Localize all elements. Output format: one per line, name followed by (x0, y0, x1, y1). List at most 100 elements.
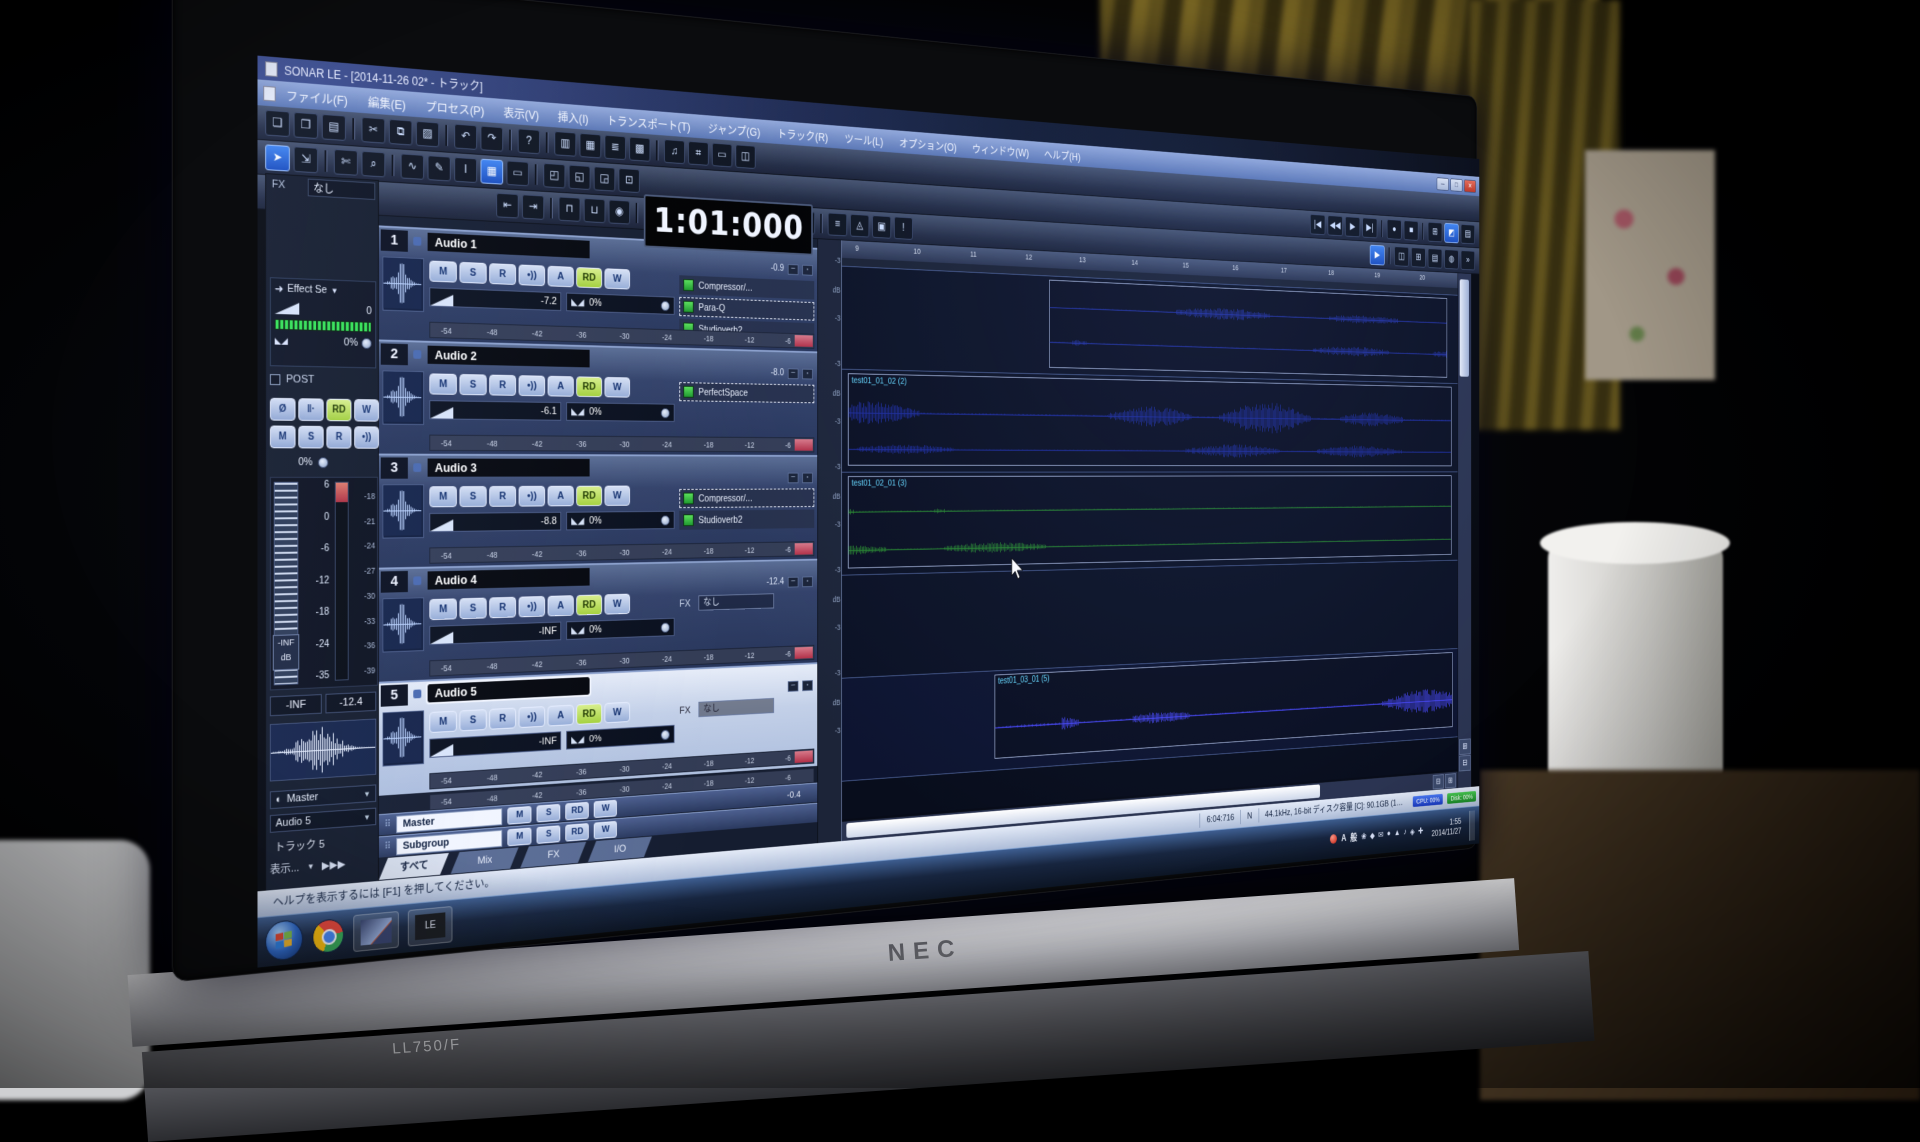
track-r-button[interactable]: R (489, 486, 516, 507)
pan-knob[interactable] (661, 408, 670, 418)
taskbar-clock[interactable]: 1:55 2014/11/27 (1427, 816, 1466, 839)
pan-slider[interactable]: ◣◢0% (566, 402, 674, 422)
menu-item[interactable]: ツール(L) (836, 129, 891, 150)
minimize-fx-icon[interactable]: ─ (788, 264, 799, 275)
toolbar-button[interactable]: ♫ (664, 139, 685, 164)
inspector-button[interactable]: W (354, 399, 379, 422)
pan-slider[interactable]: ◣◢0% (566, 293, 674, 315)
toolbar-button[interactable]: ● (1387, 219, 1402, 240)
toolbar-button[interactable]: ◰ (543, 163, 565, 189)
inspector-pan-knob[interactable] (318, 457, 328, 468)
inspector-button[interactable]: R (326, 426, 351, 449)
track-a-button[interactable]: A (548, 376, 574, 397)
fx-chip[interactable]: Compressor/... (679, 275, 814, 299)
toolbar-button[interactable]: ◩ (1444, 223, 1458, 243)
volume-slider[interactable]: -8.8 (429, 512, 561, 532)
track-m-button[interactable]: M (429, 373, 456, 394)
restore-fx-icon[interactable]: ▫ (802, 264, 813, 275)
track-rd-button[interactable]: RD (576, 267, 602, 288)
track-r-button[interactable]: R (489, 597, 516, 619)
maximize-button[interactable]: □ (1450, 178, 1462, 192)
drag-grip-icon[interactable]: ⠿ (384, 841, 391, 852)
menu-item[interactable]: 挿入(I) (548, 106, 597, 127)
track-s-button[interactable]: S (459, 598, 486, 620)
fx-none-value[interactable]: なし (698, 593, 774, 610)
pan-knob[interactable] (661, 622, 670, 632)
toolbar-button[interactable]: ⌕ (362, 151, 386, 178)
fx-chip[interactable]: Compressor/... (679, 488, 814, 508)
toolbar-button[interactable]: ■ (1404, 220, 1419, 241)
track-name[interactable]: Audio 1 (428, 233, 590, 259)
toolbar-button[interactable]: ▩ (629, 137, 650, 162)
toolbar-button[interactable]: ◫ (1394, 246, 1409, 267)
toolbar-button[interactable]: ▨ (416, 121, 439, 148)
toolbar-button[interactable]: ? (518, 128, 540, 154)
menu-item[interactable]: ウィンドウ(W) (964, 139, 1036, 161)
track-name[interactable]: Audio 2 (428, 346, 590, 368)
fx-none-value[interactable]: なし (698, 698, 774, 717)
toolbar-button[interactable]: ! (894, 216, 913, 239)
toolbar-button[interactable]: ▥ (554, 131, 576, 157)
track-w-button[interactable]: W (605, 377, 630, 398)
toolbar-button[interactable]: ❐ (294, 112, 318, 139)
zoom-in-button[interactable]: ⊞ (1459, 738, 1470, 755)
toolbar-button[interactable]: ≣ (605, 135, 626, 160)
bus-m-button[interactable]: M (508, 806, 532, 825)
track-a-button[interactable]: A (548, 595, 574, 616)
pan-knob[interactable] (661, 300, 670, 310)
track-w-button[interactable]: W (605, 702, 630, 724)
toolbar-button[interactable]: ↶ (454, 124, 477, 150)
tray-icon[interactable]: ✉ (1378, 829, 1383, 839)
inspector-button[interactable]: RD (326, 399, 351, 422)
volume-fader[interactable]: -INF dB (274, 482, 299, 686)
expand-arrows[interactable]: ▶▶▶ (322, 857, 346, 872)
toolbar-button[interactable]: ⇥ (522, 194, 544, 220)
restore-fx-icon[interactable]: ▫ (802, 680, 813, 691)
track-r-button[interactable]: R (489, 375, 516, 396)
track-a-button[interactable]: A (548, 266, 574, 288)
toolbar-button[interactable]: ⌗ (688, 141, 709, 166)
inspector-button[interactable]: S (298, 426, 323, 449)
toolbar-button[interactable]: ↷ (481, 126, 504, 152)
track-m-button[interactable]: M (429, 598, 456, 620)
taskbar-app-sonar[interactable]: LE (408, 906, 453, 947)
track--button[interactable]: •)) (519, 706, 545, 728)
toolbar-button[interactable]: ▣ (872, 215, 891, 239)
chevron-down-icon[interactable]: ▼ (331, 286, 338, 295)
send-pan-knob[interactable] (362, 338, 372, 349)
toolbar-button[interactable]: ◬ (850, 214, 869, 238)
minimize-button[interactable]: ─ (1437, 177, 1449, 191)
track-name[interactable]: Audio 5 (428, 677, 590, 703)
restore-fx-icon[interactable]: ▫ (802, 576, 813, 587)
menu-item[interactable]: 編集(E) (358, 91, 416, 114)
start-button[interactable] (265, 919, 303, 962)
toolbar-button[interactable]: ▭ (507, 160, 529, 186)
volume-slider[interactable]: -7.2 (429, 287, 561, 311)
toolbar-button[interactable]: ◲ (594, 166, 615, 191)
menu-item[interactable]: ジャンプ(G) (699, 118, 768, 140)
toolbar-button[interactable]: ▦ (580, 133, 602, 159)
drag-grip-icon[interactable]: ⠿ (384, 819, 391, 830)
post-checkbox[interactable] (270, 374, 280, 385)
toolbar-button[interactable]: ◍ (1444, 249, 1458, 269)
vertical-scroll-thumb[interactable] (1460, 279, 1469, 376)
toolbar-button[interactable]: ✎ (428, 155, 451, 181)
toolbar-button[interactable]: ∿ (401, 153, 424, 179)
inspector-button[interactable]: •)) (354, 426, 379, 448)
ime-alpha[interactable]: A (1341, 832, 1346, 843)
track-a-button[interactable]: A (548, 486, 574, 507)
toolbar-button[interactable]: ◉ (609, 199, 630, 224)
track-rd-button[interactable]: RD (576, 594, 602, 615)
taskbar-app-window[interactable] (353, 911, 399, 952)
fader-knob[interactable]: -INF dB (273, 634, 300, 670)
minimize-fx-icon[interactable]: ─ (788, 680, 799, 691)
toolbar-button[interactable]: ⇤ (496, 193, 518, 219)
track-selector[interactable]: Audio 5 ▼ (270, 808, 376, 833)
inspector-button[interactable]: Ø (270, 398, 296, 421)
inspector-button[interactable]: M (270, 426, 296, 449)
toolbar-button[interactable]: ❏ (265, 110, 290, 137)
restore-fx-icon[interactable]: ▫ (802, 472, 813, 483)
bus-w-button[interactable]: W (594, 820, 617, 838)
track-r-button[interactable]: R (489, 708, 516, 730)
toolbar-button[interactable]: ≡ (828, 212, 847, 236)
